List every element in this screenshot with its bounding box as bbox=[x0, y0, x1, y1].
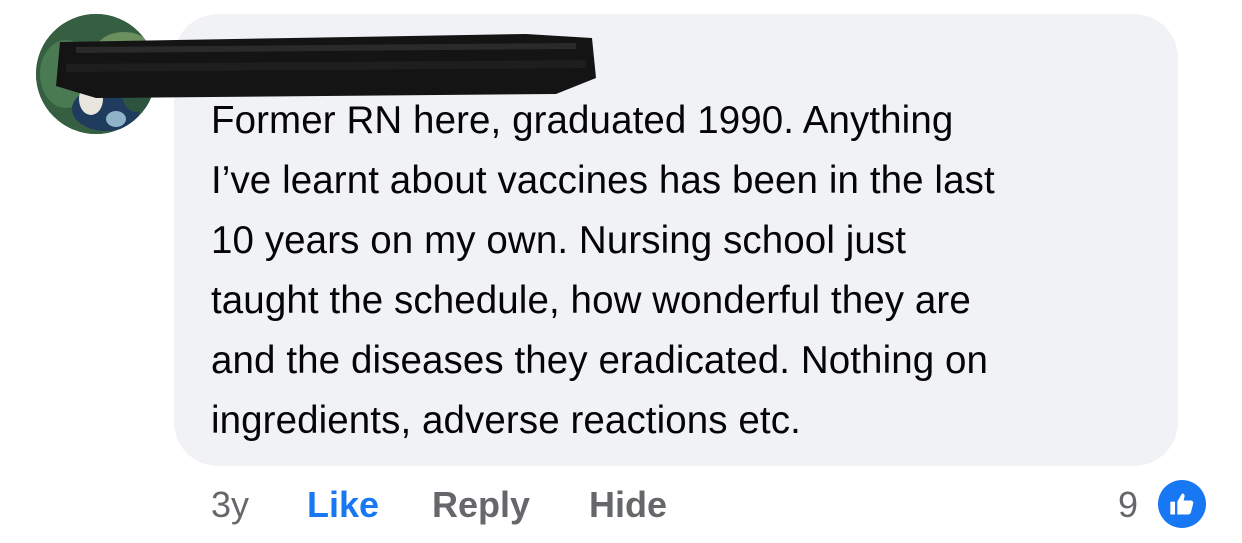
comment-actions: 3y Like Reply Hide 9 bbox=[0, 480, 1242, 530]
reply-button[interactable]: Reply bbox=[432, 480, 530, 530]
like-button[interactable]: Like bbox=[307, 480, 379, 530]
redacted-author-name bbox=[56, 34, 596, 98]
comment: Former RN here, graduated 1990. Anything… bbox=[0, 0, 1242, 543]
comment-timestamp[interactable]: 3y bbox=[211, 480, 249, 530]
hide-button[interactable]: Hide bbox=[589, 480, 667, 530]
comment-text: Former RN here, graduated 1990. Anything… bbox=[211, 99, 995, 442]
reaction-count[interactable]: 9 bbox=[1118, 480, 1138, 530]
thumbs-up-icon[interactable] bbox=[1158, 480, 1206, 528]
thumbs-up-glyph bbox=[1170, 493, 1194, 515]
